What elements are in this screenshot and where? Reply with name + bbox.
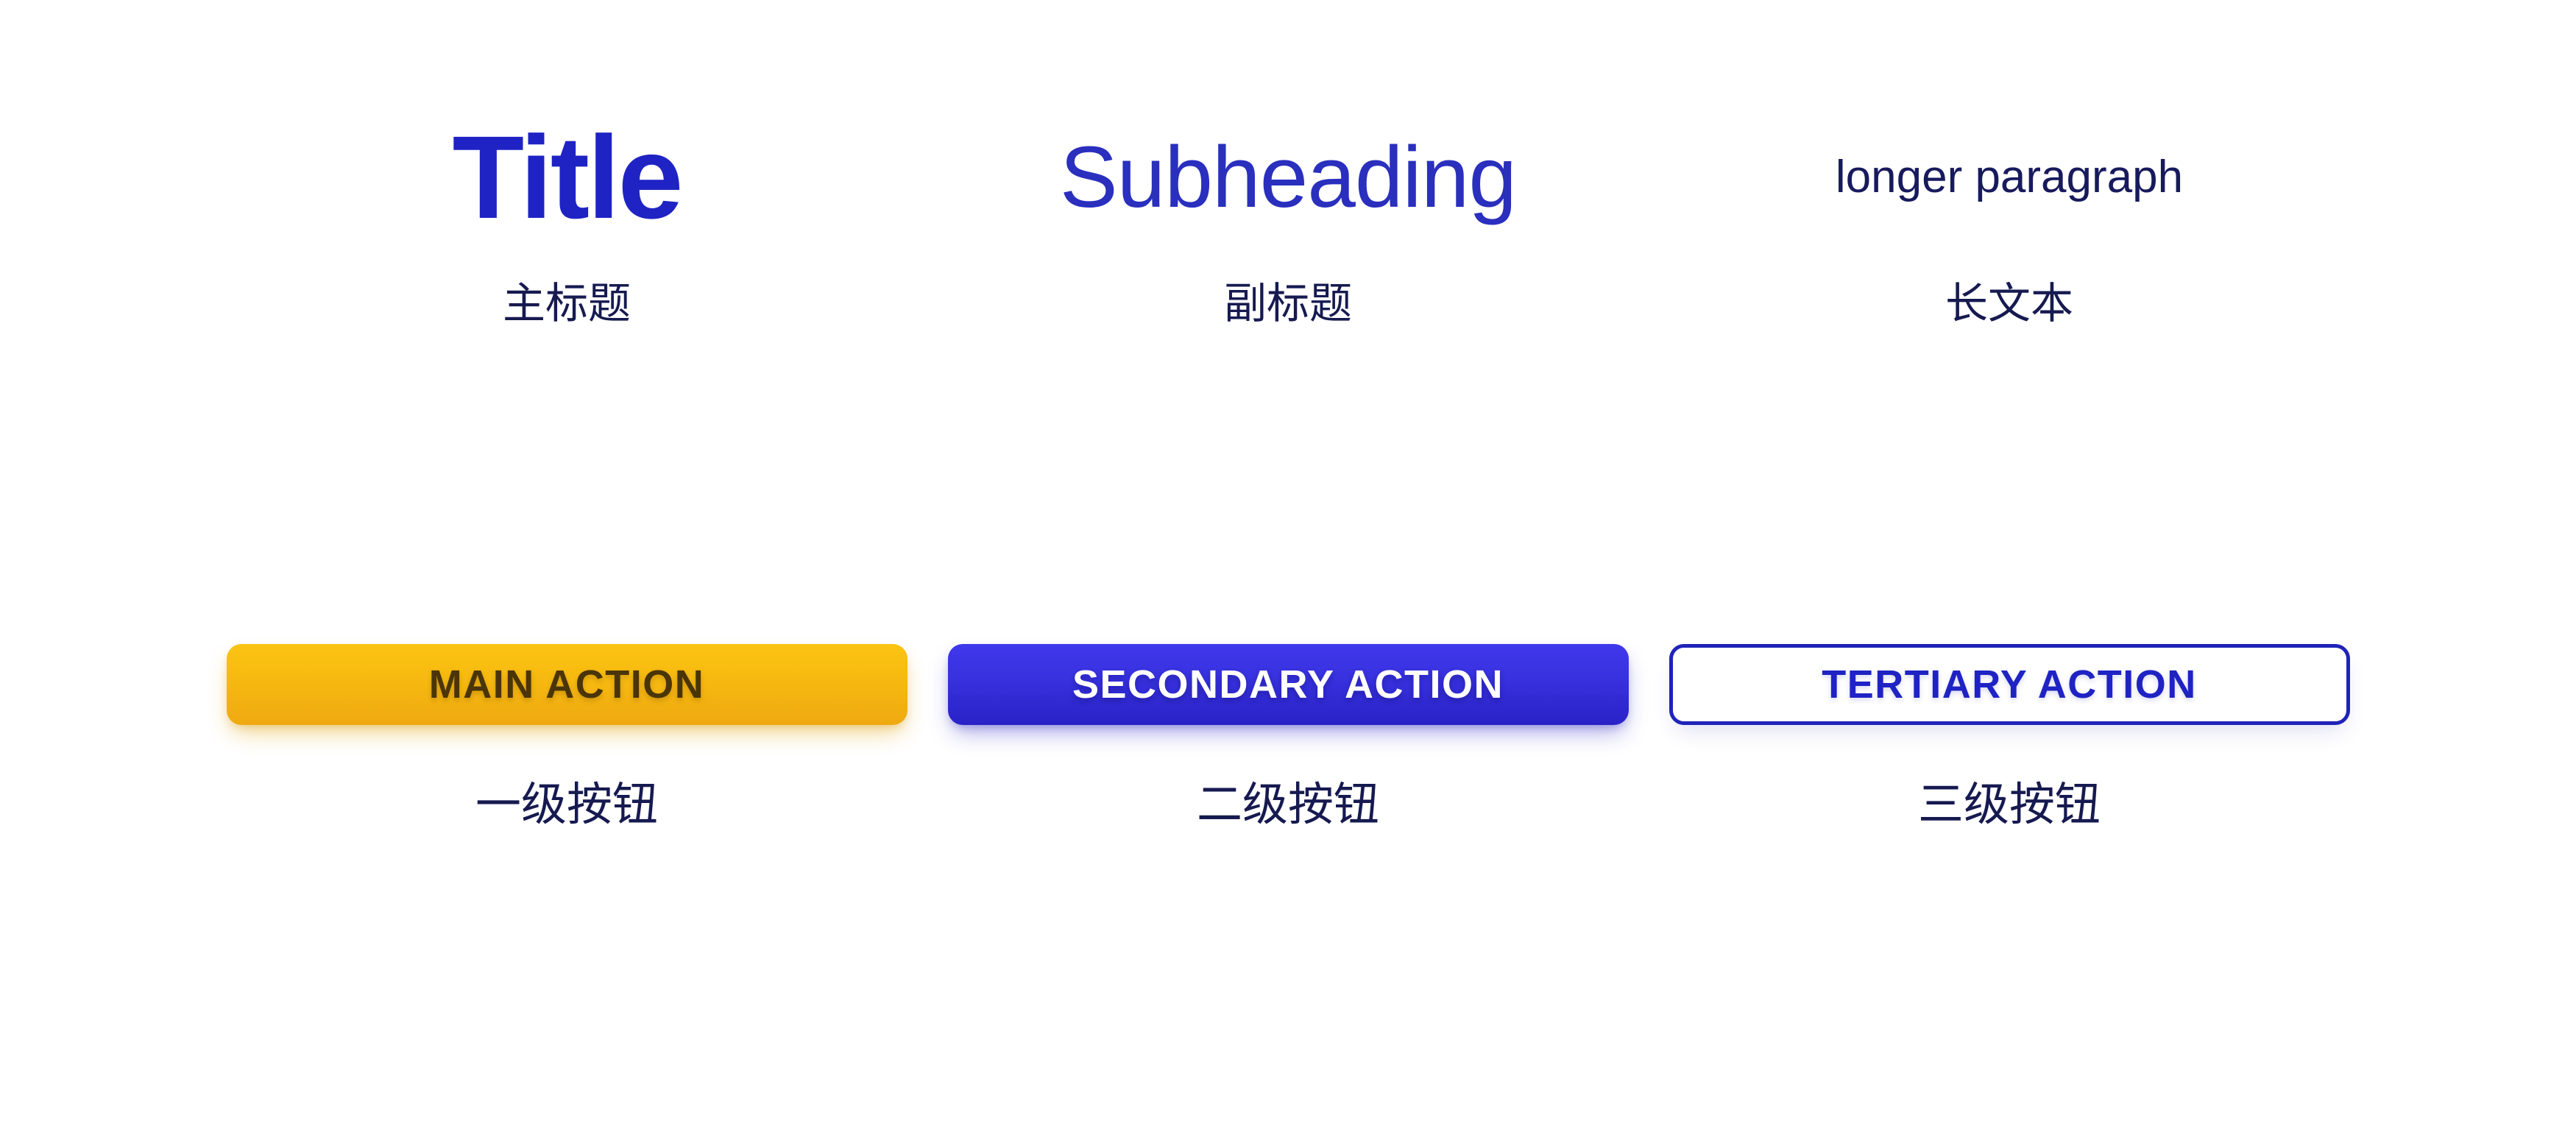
subheading-sample-slot: Subheading [1060, 110, 1517, 244]
title-caption-label: 主标题 [502, 280, 631, 328]
typography-specimen-paragraph: longer paragraph 长文本 [1649, 110, 2370, 434]
title-sample-slot: Title [452, 110, 683, 244]
button-specimen-tertiary: TERTIARY ACTION 三级按钮 [1649, 644, 2370, 828]
typography-specimen-title: Title 主标题 [206, 110, 927, 434]
button-specimen-row: MAIN ACTION 一级按钮 SECONDARY ACTION 二级按钮 T… [0, 644, 2576, 828]
tertiary-action-button[interactable]: TERTIARY ACTION [1669, 644, 2350, 725]
secondary-action-button[interactable]: SECONDARY ACTION [947, 644, 1629, 725]
main-action-button[interactable]: MAIN ACTION [226, 644, 907, 725]
subheading-sample-text: Subheading [1060, 129, 1517, 226]
button-specimen-primary: MAIN ACTION 一级按钮 [206, 644, 927, 828]
style-guide-canvas: Title 主标题 Subheading 副标题 longer paragrap… [0, 0, 2576, 1132]
title-sample-text: Title [452, 111, 683, 243]
subheading-caption-label: 副标题 [1223, 280, 1352, 328]
typography-specimen-subheading: Subheading 副标题 [927, 110, 1649, 434]
tertiary-action-caption-label: 三级按钮 [1917, 779, 2101, 830]
paragraph-caption-label: 长文本 [1945, 280, 2073, 328]
typography-specimen-row: Title 主标题 Subheading 副标题 longer paragrap… [0, 110, 2576, 434]
main-action-caption-label: 一级按钮 [475, 779, 658, 830]
secondary-action-caption-label: 二级按钮 [1196, 779, 1379, 830]
paragraph-sample-text: longer paragraph [1835, 152, 2184, 202]
paragraph-sample-slot: longer paragraph [1836, 110, 2183, 244]
button-specimen-secondary: SECONDARY ACTION 二级按钮 [927, 644, 1649, 828]
